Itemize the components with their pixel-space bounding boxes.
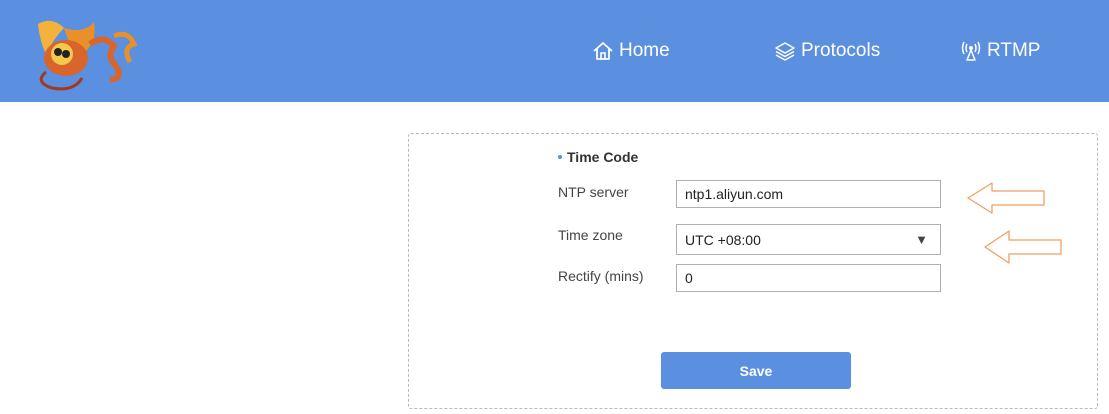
rectify-label: Rectify (mins)	[558, 268, 644, 284]
rectify-input[interactable]	[676, 264, 941, 292]
home-icon	[593, 42, 613, 60]
save-button[interactable]: Save	[661, 352, 851, 389]
time-zone-value: UTC +08:00	[685, 231, 761, 248]
logo-icon[interactable]	[24, 14, 142, 94]
nav-rtmp-label: RTMP	[987, 40, 1041, 61]
section-title: Time Code	[558, 149, 638, 165]
nav-rtmp[interactable]: RTMP	[960, 0, 1040, 102]
nav-protocols-label: Protocols	[801, 40, 881, 61]
annotation-arrow-icon	[967, 182, 1045, 214]
ntp-server-label: NTP server	[558, 184, 629, 200]
section-title-text: Time Code	[567, 149, 639, 165]
nav-protocols[interactable]: Protocols	[774, 0, 880, 102]
antenna-icon	[961, 41, 981, 61]
nav-home[interactable]: Home	[592, 0, 670, 102]
layers-icon	[775, 42, 795, 61]
dropdown-triangle-icon: ▼	[915, 232, 928, 247]
bullet-icon	[558, 155, 562, 159]
annotation-arrow-icon	[984, 230, 1062, 264]
time-zone-label: Time zone	[558, 227, 623, 243]
time-zone-select[interactable]: UTC +08:00 ▼	[676, 224, 941, 255]
nav-home-label: Home	[619, 40, 670, 61]
top-header: Home Protocols RTMP	[0, 0, 1109, 102]
ntp-server-input[interactable]	[676, 180, 941, 208]
